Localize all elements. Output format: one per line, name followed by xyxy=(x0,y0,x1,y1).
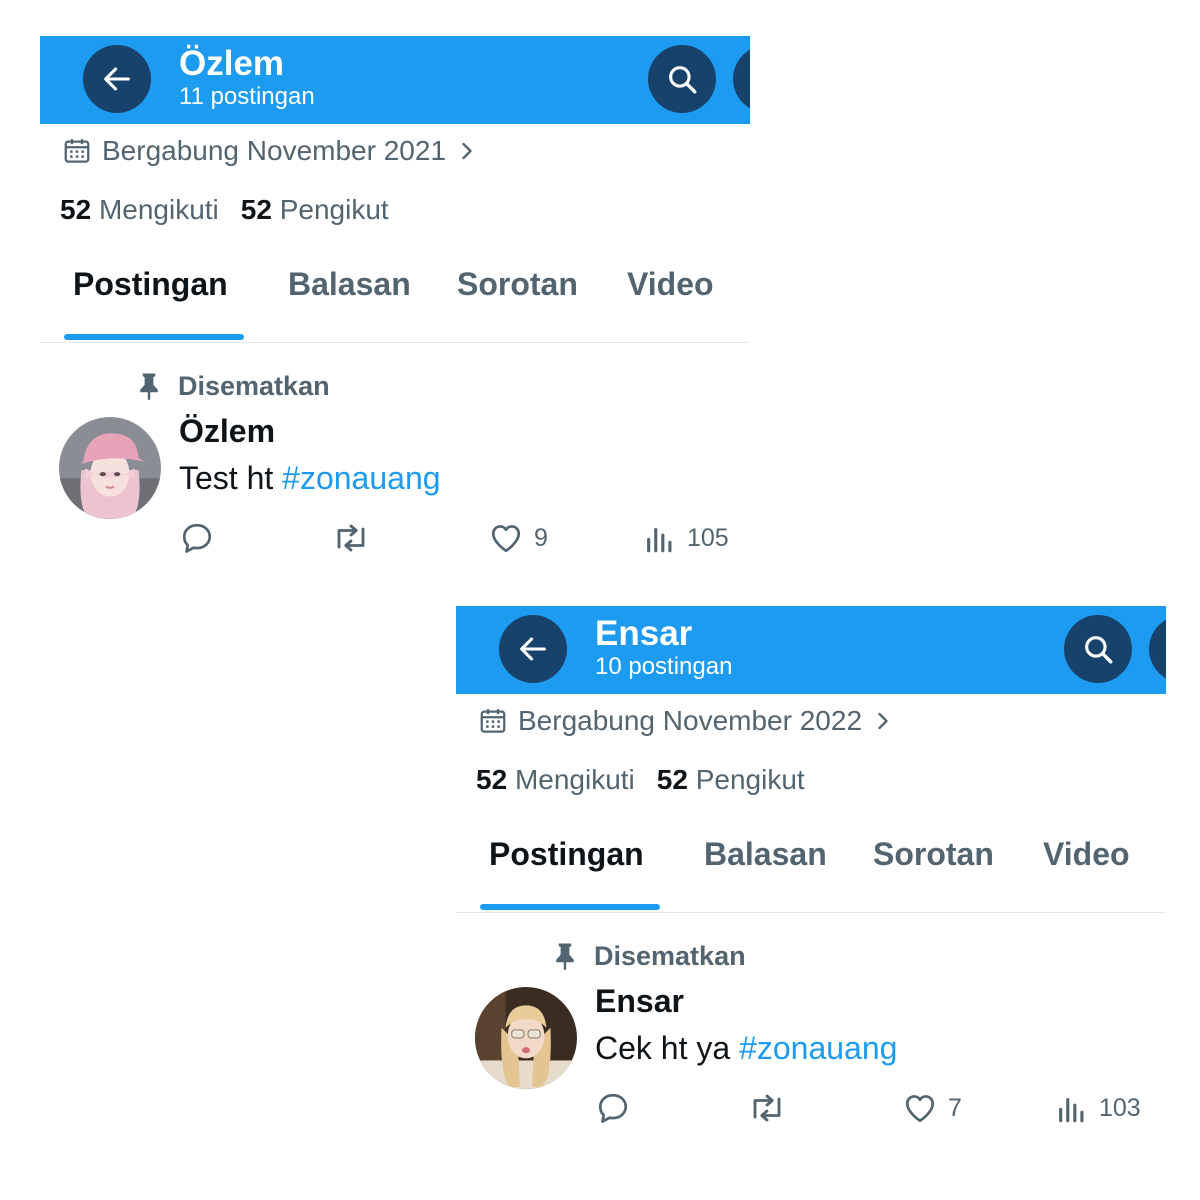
view-count: 103 xyxy=(1099,1093,1141,1122)
more-button[interactable] xyxy=(1149,615,1166,683)
following-label: Mengikuti xyxy=(98,194,219,225)
more-button[interactable] xyxy=(733,45,750,113)
calendar-icon xyxy=(64,139,90,163)
following-link[interactable]: 52 Mengikuti xyxy=(60,194,219,225)
tab-balasan[interactable]: Balasan xyxy=(288,266,411,303)
repost-button[interactable] xyxy=(747,1088,787,1128)
heart-icon xyxy=(491,525,521,553)
avatar[interactable] xyxy=(59,417,161,519)
calendar-icon xyxy=(480,709,506,733)
arrow-left-icon xyxy=(104,67,130,91)
active-tab-indicator xyxy=(64,334,244,340)
arrow-left-icon xyxy=(520,637,546,661)
views-icon xyxy=(1059,1097,1084,1123)
reply-icon xyxy=(598,1093,628,1123)
hashtag-link[interactable]: #zonauang xyxy=(739,1030,897,1066)
header-name: Özlem xyxy=(179,44,285,83)
chevron-right-icon[interactable] xyxy=(872,707,894,735)
back-button[interactable] xyxy=(83,45,151,113)
like-button[interactable]: 7 xyxy=(902,1088,962,1128)
views-icon xyxy=(647,527,672,553)
view-count: 105 xyxy=(687,523,729,552)
profile-tabs: Postingan Balasan Sorotan Video xyxy=(40,266,750,343)
pinned-text: Disematkan xyxy=(594,940,746,971)
header-post-count: 11 postingan xyxy=(179,83,315,110)
search-button[interactable] xyxy=(1064,615,1132,683)
reply-icon xyxy=(182,523,212,553)
followers-label: Pengikut xyxy=(695,764,805,795)
header-post-count: 10 postingan xyxy=(595,653,733,680)
search-button[interactable] xyxy=(648,45,716,113)
post-text: Test ht #zonauang xyxy=(179,460,441,497)
search-icon xyxy=(669,66,697,94)
like-count: 7 xyxy=(948,1093,962,1122)
followers-link[interactable]: 52 Pengikut xyxy=(241,194,389,225)
pinned-label: Disematkan xyxy=(136,366,330,406)
chevron-right-icon[interactable] xyxy=(456,137,478,165)
follow-stats: 52 Mengikuti 52 Pengikut xyxy=(476,764,805,796)
tab-postingan[interactable]: Postingan xyxy=(489,836,644,873)
profile-header: Ensar 10 postingan xyxy=(456,606,1166,694)
hashtag-link[interactable]: #zonauang xyxy=(282,460,440,496)
post-body: Test ht xyxy=(179,460,274,496)
back-button[interactable] xyxy=(499,615,567,683)
profile-panel-ozlem: Özlem 11 postingan Bergabung November 20… xyxy=(40,36,750,596)
post-author[interactable]: Ensar xyxy=(595,983,684,1020)
joined-date: Bergabung November 2021 xyxy=(62,131,478,171)
followers-count: 52 xyxy=(656,764,688,795)
profile-tabs: Postingan Balasan Sorotan Video xyxy=(456,836,1166,913)
tab-postingan[interactable]: Postingan xyxy=(73,266,228,303)
profile-panel-ensar: Ensar 10 postingan Bergabung November 20… xyxy=(456,606,1166,1166)
pin-icon xyxy=(556,943,574,970)
reply-button[interactable] xyxy=(179,518,215,558)
followers-count: 52 xyxy=(240,194,272,225)
followers-label: Pengikut xyxy=(279,194,389,225)
reply-button[interactable] xyxy=(595,1088,631,1128)
post-text: Cek ht ya #zonauang xyxy=(595,1030,897,1067)
following-label: Mengikuti xyxy=(514,764,635,795)
follow-stats: 52 Mengikuti 52 Pengikut xyxy=(60,194,389,226)
heart-icon xyxy=(905,1095,935,1123)
avatar-blonde-sunglasses xyxy=(475,987,577,1089)
post-author[interactable]: Özlem xyxy=(179,413,275,450)
pinned-text: Disematkan xyxy=(178,370,330,401)
profile-header: Özlem 11 postingan xyxy=(40,36,750,124)
repost-button[interactable] xyxy=(331,518,371,558)
avatar[interactable] xyxy=(475,987,577,1089)
following-count: 52 xyxy=(476,764,508,795)
avatar-pink-cap xyxy=(59,417,161,519)
views-button[interactable]: 103 xyxy=(1055,1088,1141,1128)
tab-sorotan[interactable]: Sorotan xyxy=(873,836,994,873)
post-body: Cek ht ya xyxy=(595,1030,731,1066)
tab-balasan[interactable]: Balasan xyxy=(704,836,827,873)
header-name: Ensar xyxy=(595,614,693,653)
joined-date: Bergabung November 2022 xyxy=(478,701,894,741)
tab-video[interactable]: Video xyxy=(1043,836,1130,873)
views-button[interactable]: 105 xyxy=(643,518,729,558)
joined-text: Bergabung November 2021 xyxy=(102,135,447,166)
repost-icon xyxy=(337,524,365,552)
followers-link[interactable]: 52 Pengikut xyxy=(657,764,805,795)
following-link[interactable]: 52 Mengikuti xyxy=(476,764,635,795)
tab-sorotan[interactable]: Sorotan xyxy=(457,266,578,303)
like-button[interactable]: 9 xyxy=(488,518,548,558)
active-tab-indicator xyxy=(480,904,660,910)
pin-icon xyxy=(140,373,158,400)
following-count: 52 xyxy=(60,194,92,225)
repost-icon xyxy=(753,1094,781,1122)
tab-video[interactable]: Video xyxy=(627,266,714,303)
joined-text: Bergabung November 2022 xyxy=(518,705,863,736)
like-count: 9 xyxy=(534,523,548,552)
search-icon xyxy=(1085,636,1113,664)
pinned-label: Disematkan xyxy=(552,936,746,976)
